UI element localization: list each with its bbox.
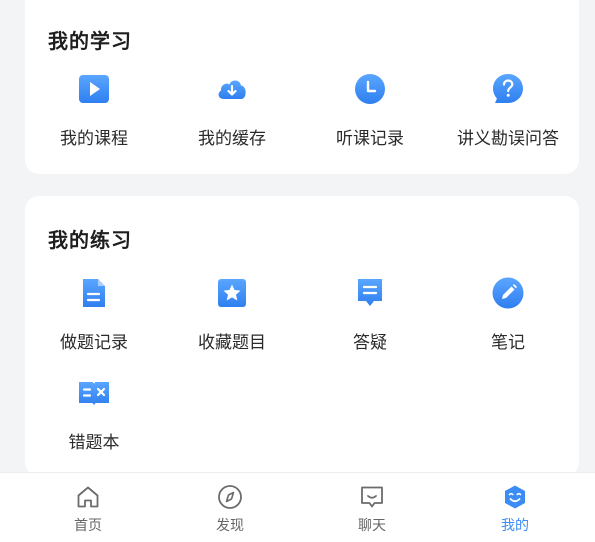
- qa-label: 答疑: [353, 333, 387, 353]
- study-card: 我的学习 我的课程 我的缓存 听课记录 讲义勘误问答: [25, 0, 579, 174]
- my-courses-label: 我的课程: [60, 129, 128, 149]
- star-icon: [218, 279, 246, 307]
- my-cache-item[interactable]: 我的缓存: [163, 72, 301, 149]
- chat-icon: [361, 486, 383, 508]
- practice-record-item[interactable]: 做题记录: [25, 276, 163, 353]
- question-icon: [493, 74, 523, 103]
- tab-chat-label: 聊天: [358, 518, 386, 534]
- study-section-title: 我的学习: [48, 29, 132, 53]
- tab-mine-label: 我的: [501, 518, 529, 534]
- cloud-download-icon: [218, 80, 246, 99]
- tab-chat[interactable]: 聊天: [312, 483, 432, 535]
- errata-qa-item[interactable]: 讲义勘误问答: [439, 72, 577, 149]
- comment-icon: [358, 279, 382, 306]
- compass-icon: [218, 485, 242, 509]
- notes-label: 笔记: [491, 333, 525, 353]
- practice-section-title: 我的练习: [48, 228, 132, 252]
- favorite-questions-item[interactable]: 收藏题目: [163, 276, 301, 353]
- tab-home[interactable]: 首页: [28, 483, 148, 535]
- practice-record-label: 做题记录: [60, 333, 128, 353]
- tab-discover-label: 发现: [216, 518, 244, 534]
- listen-record-item[interactable]: 听课记录: [301, 72, 439, 149]
- wrong-book-icon: [79, 382, 109, 405]
- notes-item[interactable]: 笔记: [439, 276, 577, 353]
- clock-icon: [355, 74, 385, 104]
- practice-card: 我的练习 做题记录 收藏题目 答疑 笔记 错题本: [25, 196, 579, 476]
- tab-discover[interactable]: 发现: [170, 483, 290, 535]
- my-cache-label: 我的缓存: [198, 129, 266, 149]
- wrong-book-item[interactable]: 错题本: [25, 376, 163, 453]
- tab-mine[interactable]: 我的: [455, 483, 575, 535]
- wrong-book-label: 错题本: [68, 433, 120, 453]
- tab-home-label: 首页: [74, 518, 102, 534]
- bottom-tab-bar: 首页 发现 聊天 我的: [0, 472, 595, 542]
- favorite-questions-label: 收藏题目: [198, 333, 266, 353]
- listen-record-label: 听课记录: [336, 129, 404, 149]
- play-icon: [79, 75, 109, 103]
- qa-item[interactable]: 答疑: [301, 276, 439, 353]
- home-icon: [77, 486, 99, 508]
- profile-icon: [505, 485, 525, 509]
- pencil-icon: [492, 277, 524, 309]
- document-icon: [83, 279, 105, 307]
- errata-qa-label: 讲义勘误问答: [457, 129, 559, 149]
- my-courses-item[interactable]: 我的课程: [25, 72, 163, 149]
